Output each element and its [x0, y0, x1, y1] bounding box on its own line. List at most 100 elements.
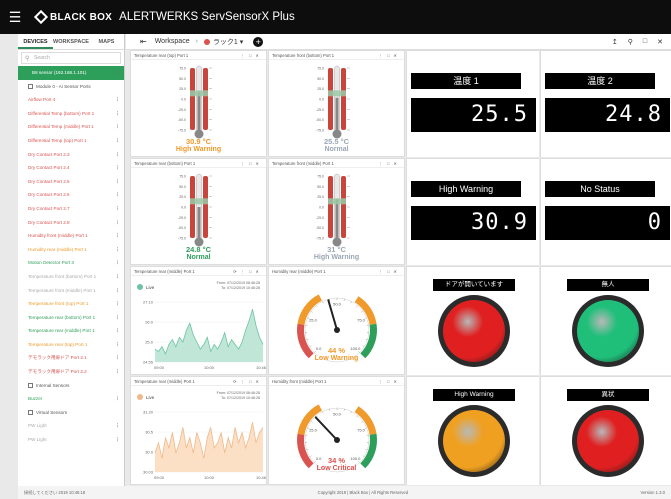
more-options-icon[interactable]: ⋮ [115, 270, 120, 284]
tree-item[interactable]: Humidity rear (middle) Port 1 ⋮ [18, 243, 124, 257]
gauge-widget[interactable]: Humidity front (middle) Port 1 ⋮□✕ 0.0 25.0… [268, 376, 405, 485]
tree-item[interactable]: Dry Contact Port 2.8 ⋮ [18, 216, 124, 230]
trend-chart-widget[interactable]: Temperature rear (middle) Port 1 ⟳⋮□✕ Live… [130, 376, 267, 485]
tree-item[interactable]: Internal Sensors [18, 379, 124, 393]
close-icon[interactable]: ✕ [393, 161, 401, 166]
trend-chart-widget[interactable]: Temperature rear (middle) Port 1 ⟳⋮□✕ Live… [130, 266, 267, 375]
more-options-icon[interactable]: ⋮ [115, 148, 120, 162]
tab-workspace[interactable]: WORKSPACE [53, 34, 89, 49]
more-options-icon[interactable]: ⋮ [241, 269, 249, 274]
tree-item[interactable]: PW Light ⋮ [18, 419, 124, 433]
digital-display-widget[interactable]: 温度 1 25.5 [406, 50, 539, 157]
digital-display-widget[interactable]: No Status 0 [540, 158, 671, 265]
tab-maps[interactable]: MAPS [89, 34, 124, 49]
close-icon[interactable]: ✕ [255, 161, 263, 166]
collapse-toggle-icon[interactable] [28, 382, 33, 388]
more-options-icon[interactable]: ⋮ [115, 216, 120, 230]
close-icon[interactable]: ✕ [393, 269, 401, 274]
tree-item[interactable]: デモラック用扉ドア Port 2.2 ⋮ [18, 365, 124, 379]
more-options-icon[interactable]: ⋮ [379, 53, 387, 58]
tab-devices[interactable]: DEVICES [18, 34, 54, 49]
tree-item[interactable]: Dry Contact Port 2.7 ⋮ [18, 202, 124, 216]
breadcrumb-workspace[interactable]: Workspace [155, 38, 190, 45]
tree-item[interactable]: デモラック用扉ドア Port 2.1 ⋮ [18, 351, 124, 365]
close-icon[interactable]: ✕ [657, 38, 663, 46]
collapse-toggle-icon[interactable] [28, 83, 33, 89]
more-options-icon[interactable]: ⋮ [241, 161, 249, 166]
more-options-icon[interactable]: ⋮ [115, 419, 120, 433]
more-options-icon[interactable]: ⋮ [115, 338, 120, 352]
tree-item[interactable]: PW Light ⋮ [18, 433, 124, 447]
tree-item[interactable]: Temperature rear (bottom) Port 1 ⋮ [18, 311, 124, 325]
thermometer-widget[interactable]: Temperature front (bottom) Port 1 ⋮□✕ 75.0… [268, 50, 405, 157]
digital-display-widget[interactable]: 温度 2 24.8 [540, 50, 671, 157]
more-options-icon[interactable]: ⋮ [241, 379, 249, 384]
more-options-icon[interactable]: ⋮ [115, 243, 120, 257]
tree-item[interactable]: Temperature front (bottom) Port 1 ⋮ [18, 270, 124, 284]
more-options-icon[interactable]: ⋮ [115, 66, 120, 80]
more-options-icon[interactable]: ⋮ [115, 365, 120, 379]
tree-item[interactable]: Humidity front (middle) Port 1 ⋮ [18, 229, 124, 243]
tree-item[interactable]: Dry Contact Port 2.3 ⋮ [18, 148, 124, 162]
tree-item[interactable]: Differential Temp (bottom) Port 1 ⋮ [18, 107, 124, 121]
tree-item[interactable]: Buzzer ⋮ [18, 392, 124, 406]
tree-item[interactable]: Dry Contact Port 2.6 ⋮ [18, 188, 124, 202]
status-lamp-widget[interactable]: High Warning [406, 376, 539, 485]
close-icon[interactable]: ✕ [393, 53, 401, 58]
thermometer-widget[interactable]: Temperature rear (top) Port 1 ⋮□✕ 75.0 50.0… [130, 50, 267, 157]
more-options-icon[interactable]: ⋮ [241, 53, 249, 58]
more-options-icon[interactable]: ⋮ [115, 256, 120, 270]
tree-item[interactable]: B8 sensor (192.168.1.101) ⋮ [18, 66, 124, 80]
search-input[interactable]: ⚲ Search [21, 52, 121, 64]
more-options-icon[interactable]: ⋮ [115, 175, 120, 189]
hamburger-menu-icon[interactable]: ☰ [0, 9, 30, 26]
tree-item[interactable]: Differential Temp (middle) Port 1 ⋮ [18, 120, 124, 134]
tree-item[interactable]: Temperature rear (middle) Port 1 ⋮ [18, 324, 124, 338]
more-options-icon[interactable]: ⋮ [115, 351, 120, 365]
back-arrow-icon[interactable]: ⇤ [140, 37, 147, 46]
thermometer-widget[interactable]: Temperature rear (bottom) Port 1 ⋮□✕ 75.0 5… [130, 158, 267, 265]
digital-display-widget[interactable]: High Warning 30.9 [406, 158, 539, 265]
close-icon[interactable]: ✕ [255, 269, 263, 274]
more-options-icon[interactable]: ⋮ [115, 134, 120, 148]
more-options-icon[interactable]: ⋮ [379, 379, 387, 384]
tree-item[interactable]: Dry Contact Port 2.5 ⋮ [18, 175, 124, 189]
thermometer-widget[interactable]: Temperature front (middle) Port 1 ⋮□✕ 75.0… [268, 158, 405, 265]
more-options-icon[interactable]: ⋮ [115, 161, 120, 175]
tree-item[interactable]: Dry Contact Port 2.4 ⋮ [18, 161, 124, 175]
more-options-icon[interactable]: ⋮ [115, 433, 120, 447]
more-options-icon[interactable]: ⋮ [115, 284, 120, 298]
more-options-icon[interactable]: ⋮ [115, 188, 120, 202]
status-lamp-widget[interactable]: ドアが開いています [406, 266, 539, 375]
add-widget-button[interactable]: + [253, 36, 264, 47]
close-icon[interactable]: ✕ [255, 53, 263, 58]
more-options-icon[interactable]: ⋮ [115, 107, 120, 121]
refresh-icon[interactable]: ⟳ [233, 379, 241, 384]
more-options-icon[interactable]: ⋮ [379, 161, 387, 166]
more-options-icon[interactable]: ⋮ [115, 297, 120, 311]
collapse-toggle-icon[interactable] [28, 410, 33, 416]
more-options-icon[interactable]: ⋮ [115, 229, 120, 243]
tree-item[interactable]: Temperature rear (top) Port 1 ⋮ [18, 338, 124, 352]
tree-item[interactable]: Temperature front (middle) Port 1 ⋮ [18, 284, 124, 298]
more-options-icon[interactable]: ⋮ [379, 269, 387, 274]
tree-item[interactable]: Virtual Sensors [18, 406, 124, 420]
breadcrumb-rack[interactable]: ラック1 ▾ [203, 37, 243, 47]
status-lamp-widget[interactable]: 無人 [540, 266, 671, 375]
upload-icon[interactable]: ↥ [612, 38, 618, 46]
tree-item[interactable]: Module 0 - Ai Sensor Ports [18, 80, 124, 94]
status-lamp-widget[interactable]: 異状 [540, 376, 671, 485]
tree-item[interactable]: Motion Detector Port 3 ⋮ [18, 256, 124, 270]
gauge-widget[interactable]: Humidity rear (middle) Port 1 ⋮□✕ 0.0 25.0 5… [268, 266, 405, 375]
refresh-icon[interactable]: ⟳ [233, 269, 241, 274]
pin-icon[interactable]: ⚲ [628, 38, 633, 46]
close-icon[interactable]: ✕ [393, 379, 401, 384]
close-icon[interactable]: ✕ [255, 379, 263, 384]
more-options-icon[interactable]: ⋮ [115, 120, 120, 134]
more-options-icon[interactable]: ⋮ [115, 392, 120, 406]
tree-item[interactable]: Temperature front (top) Port 1 ⋮ [18, 297, 124, 311]
more-options-icon[interactable]: ⋮ [115, 311, 120, 325]
more-options-icon[interactable]: ⋮ [115, 93, 120, 107]
fullscreen-icon[interactable]: □ [643, 38, 647, 46]
more-options-icon[interactable]: ⋮ [115, 324, 120, 338]
